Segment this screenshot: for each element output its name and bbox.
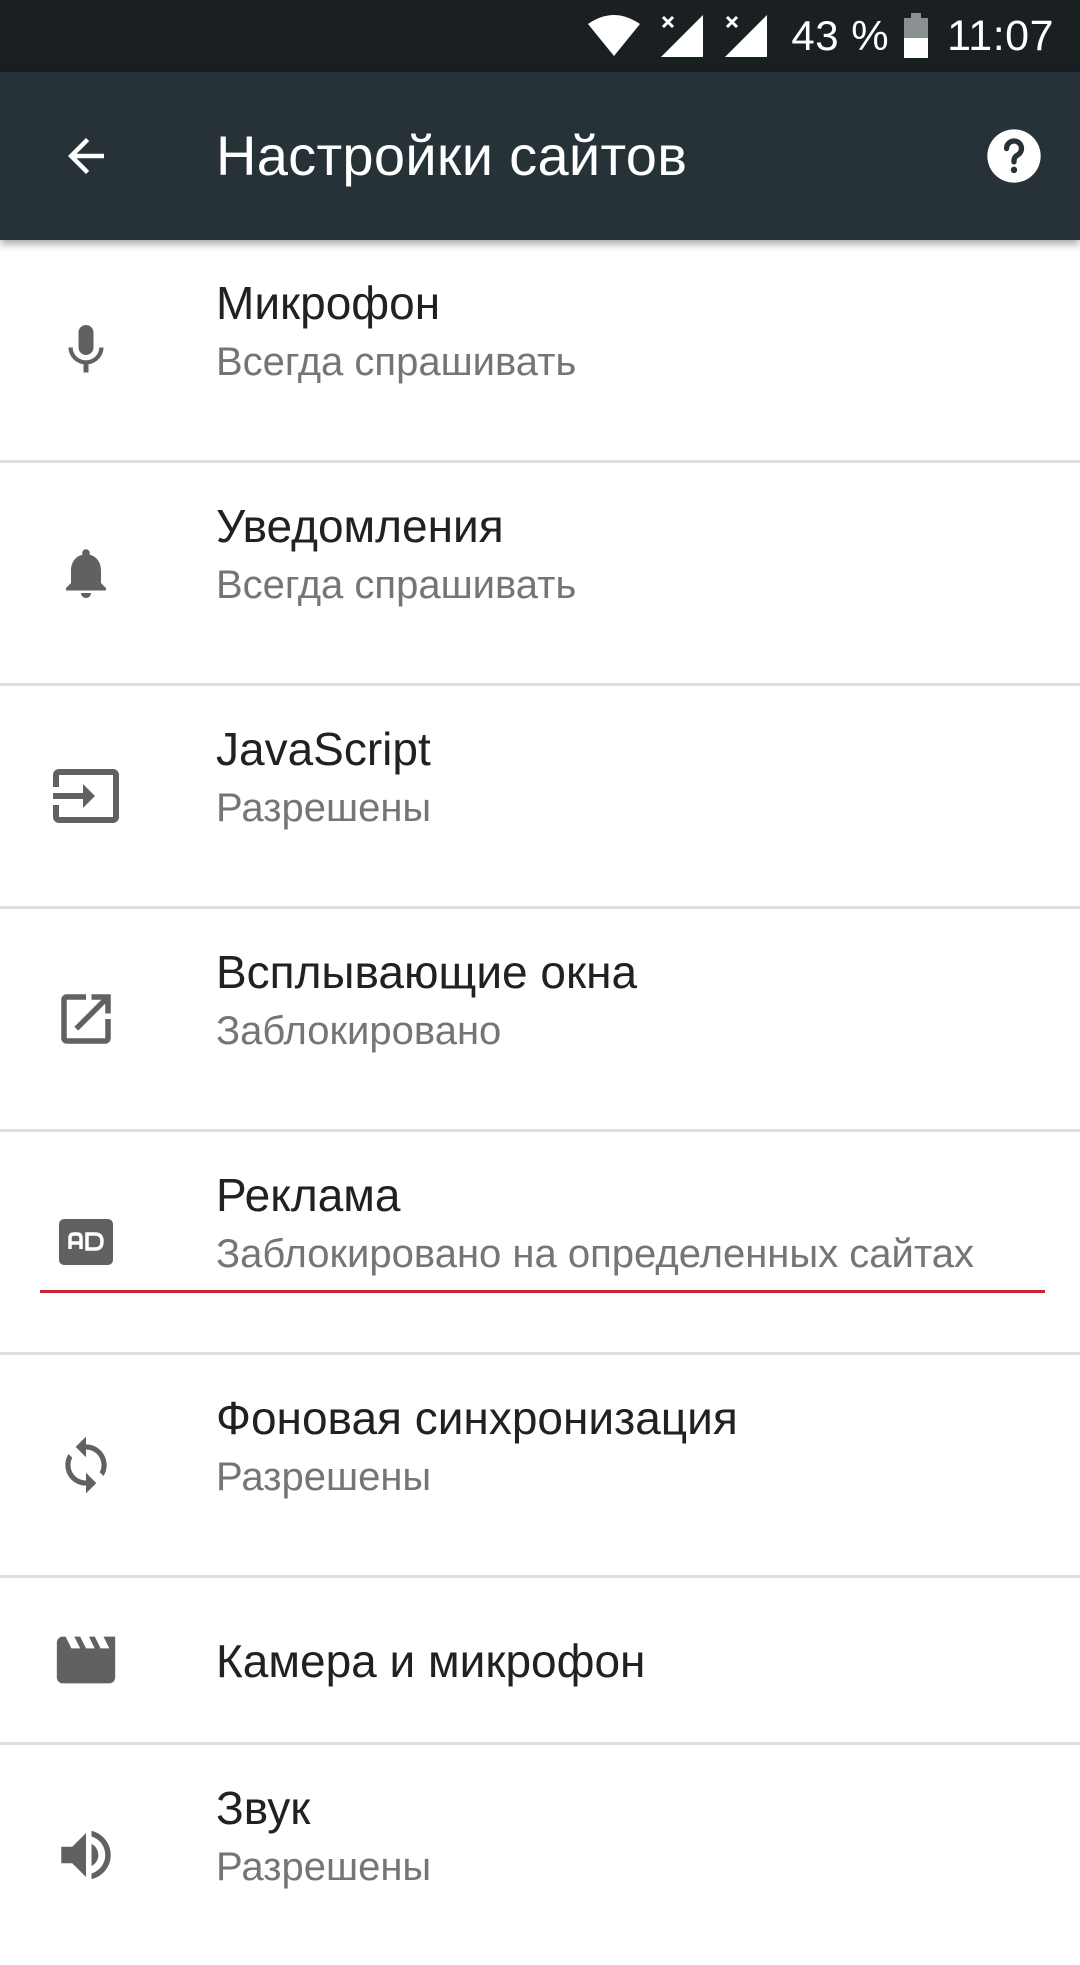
status-bar: 43 % 11:07 [0, 0, 1080, 72]
signal-no-sim-icon [659, 13, 705, 59]
ad-icon [44, 1200, 128, 1284]
item-title: JavaScript [216, 723, 431, 775]
ads-accent-underline [40, 1290, 1045, 1293]
item-summary: Разрешены [216, 786, 432, 830]
item-title: Уведомления [216, 500, 504, 552]
help-button[interactable] [978, 120, 1050, 192]
settings-item-ads[interactable]: Реклама Заблокировано на определенных са… [0, 1132, 1080, 1352]
help-icon [982, 124, 1046, 188]
open-in-new-icon [44, 977, 128, 1061]
item-title: Звук [216, 1782, 311, 1834]
settings-item-microphone[interactable]: Микрофон Всегда спрашивать [0, 240, 1080, 460]
item-summary: Заблокировано на определенных сайтах [216, 1232, 974, 1276]
item-summary: Разрешены [216, 1845, 432, 1889]
wifi-icon [587, 14, 641, 58]
settings-item-popups[interactable]: Всплывающие окна Заблокировано [0, 909, 1080, 1129]
item-title: Реклама [216, 1169, 401, 1221]
battery-percent: 43 % [791, 12, 890, 59]
item-title: Фоновая синхронизация [216, 1392, 738, 1444]
settings-item-notifications[interactable]: Уведомления Всегда спрашивать [0, 463, 1080, 683]
clapperboard-icon [44, 1618, 128, 1702]
item-title: Всплывающие окна [216, 946, 638, 998]
item-summary: Всегда спрашивать [216, 563, 577, 607]
item-title: Камера и микрофон [216, 1635, 646, 1687]
item-summary: Всегда спрашивать [216, 340, 577, 384]
back-button[interactable] [44, 114, 128, 198]
signal-no-sim-icon [723, 13, 769, 59]
speaker-icon [44, 1813, 128, 1897]
item-summary: Заблокировано [216, 1009, 502, 1053]
settings-item-camera-microphone[interactable]: Камера и микрофон [0, 1578, 1080, 1742]
bell-icon [44, 531, 128, 615]
arrow-back-icon [59, 129, 113, 183]
settings-item-background-sync[interactable]: Фоновая синхронизация Разрешены [0, 1355, 1080, 1575]
settings-item-javascript[interactable]: JavaScript Разрешены [0, 686, 1080, 906]
battery-icon [903, 13, 929, 59]
item-summary: Разрешены [216, 1455, 432, 1499]
input-arrow-icon [44, 754, 128, 838]
page-title: Настройки сайтов [216, 124, 688, 187]
settings-list: Микрофон Всегда спрашивать Уведомления В… [0, 240, 1080, 1965]
sync-icon [44, 1423, 128, 1507]
app-bar: Настройки сайтов [0, 72, 1080, 240]
clock: 11:07 [947, 11, 1054, 60]
settings-item-sound[interactable]: Звук Разрешены [0, 1745, 1080, 1965]
microphone-icon [44, 308, 128, 392]
item-title: Микрофон [216, 277, 441, 329]
